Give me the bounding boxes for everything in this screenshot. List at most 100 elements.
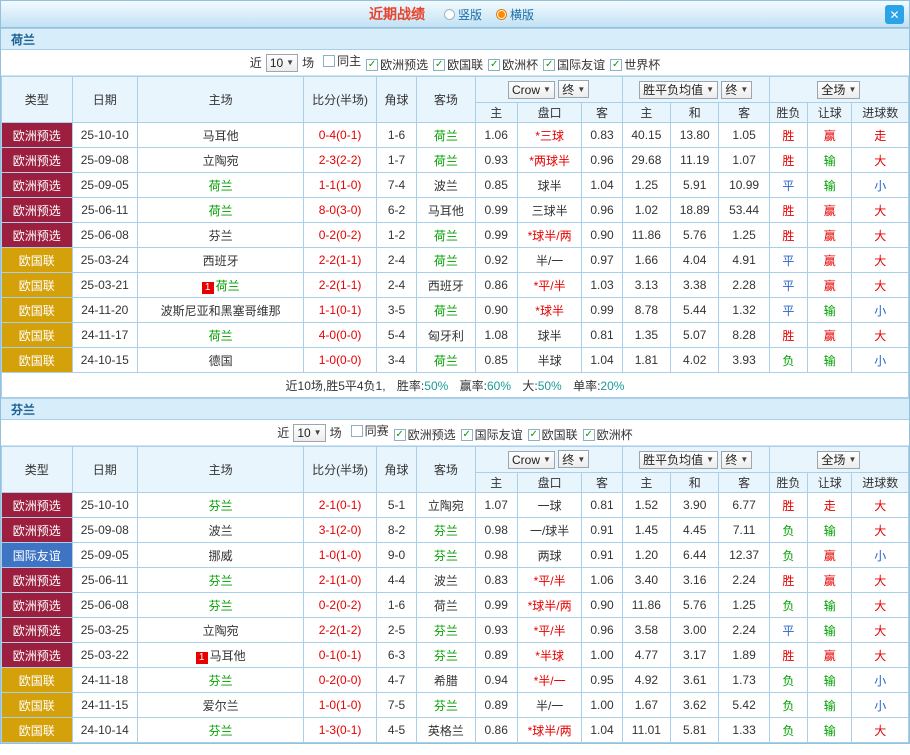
result-goals: 大	[852, 593, 909, 618]
handicap-line: *平/半	[517, 618, 581, 643]
match-row: 欧洲预选25-03-25立陶宛2-2(1-2)2-5芬兰0.93*平/半0.96…	[2, 618, 909, 643]
handicap-home-odds: 0.99	[475, 223, 517, 248]
away-team: 芬兰	[417, 618, 475, 643]
result-handicap: 赢	[808, 248, 852, 273]
scope-select[interactable]: 全场	[817, 451, 860, 469]
summary-stat-label: 大:	[522, 379, 537, 393]
handicap-home-odds: 0.85	[475, 348, 517, 373]
match-date: 25-09-08	[72, 148, 138, 173]
avg-draw-odds: 5.91	[671, 173, 719, 198]
filter-checkbox-label: 欧洲杯	[502, 56, 538, 73]
result-goals: 大	[852, 493, 909, 518]
filter-checkbox[interactable]: ✓欧洲杯	[488, 56, 538, 73]
odds-header: Crow 终	[475, 77, 622, 103]
competition-badge: 欧洲预选	[2, 568, 73, 593]
avg-select[interactable]: 胜平负均值	[639, 81, 718, 99]
avg-draw-odds: 3.17	[671, 643, 719, 668]
match-row: 欧国联24-11-17荷兰4-0(0-0)5-4匈牙利1.08球半0.811.3…	[2, 323, 909, 348]
filter-checkbox-label: 欧洲预选	[408, 426, 456, 443]
handicap-line: 半/一	[517, 693, 581, 718]
checkbox-checked-icon: ✓	[394, 429, 406, 441]
result-handicap: 输	[808, 668, 852, 693]
avg-final-select[interactable]: 终	[721, 451, 752, 469]
handicap-home-odds: 0.98	[475, 543, 517, 568]
avg-select[interactable]: 胜平负均值	[639, 451, 718, 469]
filter-checkbox[interactable]: ✓欧洲杯	[583, 426, 633, 443]
filter-checkbox[interactable]: 同主	[323, 52, 361, 69]
handicap-away-odds: 0.81	[582, 493, 622, 518]
score: 1-0(1-0)	[304, 693, 377, 718]
avg-final-value: 终	[725, 451, 737, 468]
filter-checkbox[interactable]: ✓世界杯	[610, 56, 660, 73]
corners: 5-4	[376, 323, 416, 348]
result-wdl: 负	[769, 693, 807, 718]
filter-checkbox[interactable]: ✓国际友谊	[461, 426, 523, 443]
avg-draw-odds: 5.76	[671, 593, 719, 618]
recent-count-select[interactable]: 10	[266, 54, 298, 72]
avg-home-odds: 1.25	[622, 173, 670, 198]
away-team: 芬兰	[417, 543, 475, 568]
away-team: 荷兰	[417, 298, 475, 323]
corners: 5-1	[376, 493, 416, 518]
result-handicap: 输	[808, 173, 852, 198]
competition-badge: 欧洲预选	[2, 593, 73, 618]
odds-final-select[interactable]: 终	[558, 450, 589, 468]
layout-option-vertical[interactable]: 竖版	[444, 6, 482, 23]
avg-away-odds: 6.77	[719, 493, 769, 518]
recent-count-value: 10	[297, 426, 310, 440]
result-wdl: 胜	[769, 148, 807, 173]
handicap-away-odds: 1.00	[582, 643, 622, 668]
layout-option-horizontal[interactable]: 横版	[496, 6, 534, 23]
handicap-away-odds: 0.91	[582, 518, 622, 543]
away-team: 匈牙利	[417, 323, 475, 348]
avg-home-odds: 1.81	[622, 348, 670, 373]
result-goals: 大	[852, 273, 909, 298]
avg-draw-odds: 18.89	[671, 198, 719, 223]
result-handicap: 赢	[808, 643, 852, 668]
handicap-away-odds: 1.04	[582, 718, 622, 743]
col-home: 主场	[138, 77, 304, 123]
home-team: 荷兰	[138, 173, 304, 198]
close-button[interactable]: ✕	[885, 5, 904, 24]
match-date: 24-11-15	[72, 693, 138, 718]
handicap-away-odds: 0.97	[582, 248, 622, 273]
sub-line: 盘口	[517, 473, 581, 493]
near-label: 近	[250, 54, 262, 71]
handicap-away-odds: 1.03	[582, 273, 622, 298]
sub-away: 客	[582, 473, 622, 493]
avg-draw-odds: 6.44	[671, 543, 719, 568]
result-handicap: 输	[808, 618, 852, 643]
match-row: 欧国联24-11-15爱尔兰1-0(1-0)7-5芬兰0.89半/一1.001.…	[2, 693, 909, 718]
filter-checkbox[interactable]: 同赛	[351, 422, 389, 439]
avg-draw-odds: 3.38	[671, 273, 719, 298]
col-type: 类型	[2, 77, 73, 123]
handicap-home-odds: 0.86	[475, 273, 517, 298]
avg-final-select[interactable]: 终	[721, 81, 752, 99]
checkbox-checked-icon: ✓	[583, 429, 595, 441]
odds-source-select[interactable]: Crow	[508, 451, 555, 469]
filter-checkbox[interactable]: ✓欧洲预选	[394, 426, 456, 443]
competition-badge: 欧国联	[2, 273, 73, 298]
score: 0-2(0-2)	[304, 223, 377, 248]
score: 0-4(0-1)	[304, 123, 377, 148]
avg-home-odds: 1.66	[622, 248, 670, 273]
checkbox-checked-icon: ✓	[366, 59, 378, 71]
handicap-away-odds: 0.83	[582, 123, 622, 148]
filter-checkbox[interactable]: ✓欧洲预选	[366, 56, 428, 73]
avg-draw-odds: 4.45	[671, 518, 719, 543]
avg-draw-odds: 13.80	[671, 123, 719, 148]
odds-final-select[interactable]: 终	[558, 80, 589, 98]
filter-checkbox[interactable]: ✓国际友谊	[543, 56, 605, 73]
filter-checkbox[interactable]: ✓欧国联	[528, 426, 578, 443]
avg-final-value: 终	[725, 81, 737, 98]
sub-away: 客	[582, 103, 622, 123]
match-row: 欧洲预选25-06-11芬兰2-1(1-0)4-4波兰0.83*平/半1.063…	[2, 568, 909, 593]
summary-row: 近10场,胜5平4负1, 胜率:50% 赢率:60% 大:50% 单率:20%	[2, 373, 909, 398]
odds-source-select[interactable]: Crow	[508, 81, 555, 99]
match-row: 欧洲预选25-06-08芬兰0-2(0-2)1-2荷兰0.99*球半/两0.90…	[2, 223, 909, 248]
avg-home-odds: 11.01	[622, 718, 670, 743]
filter-checkbox[interactable]: ✓欧国联	[433, 56, 483, 73]
scope-select[interactable]: 全场	[817, 81, 860, 99]
recent-count-select[interactable]: 10	[293, 424, 325, 442]
match-row: 欧洲预选25-09-05荷兰1-1(1-0)7-4波兰0.85球半1.041.2…	[2, 173, 909, 198]
